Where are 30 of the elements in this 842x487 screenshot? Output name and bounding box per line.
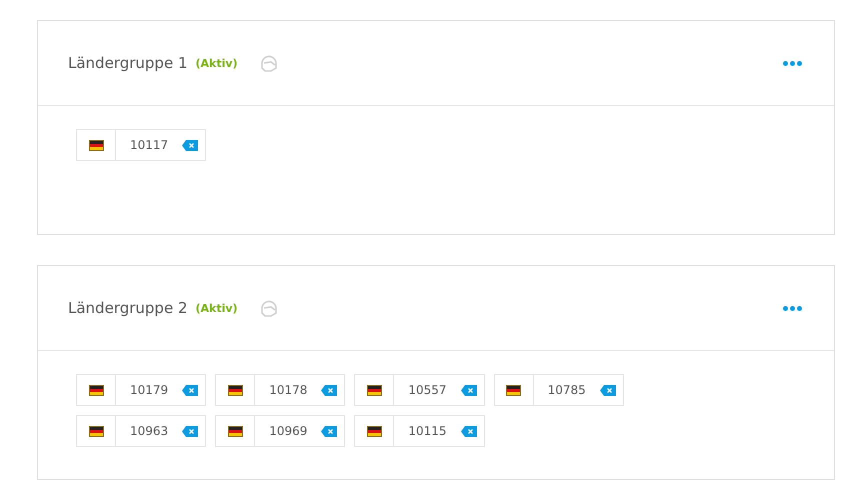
remove-icon[interactable] — [182, 140, 198, 150]
group-title: Ländergruppe 1 — [68, 54, 188, 72]
postal-code: 10785 — [548, 383, 586, 397]
remove-icon[interactable] — [182, 426, 198, 436]
status-label: (Aktiv) — [196, 56, 238, 70]
remove-icon[interactable] — [460, 426, 477, 436]
remove-icon[interactable] — [321, 426, 338, 436]
group-title: Ländergruppe 2 — [68, 299, 188, 317]
flag-icon — [88, 426, 104, 436]
remove-icon[interactable] — [321, 384, 338, 396]
helmet-icon[interactable] — [260, 299, 278, 317]
flag-icon — [88, 140, 104, 150]
postal-code: 10117 — [130, 138, 168, 152]
flag-icon — [366, 384, 382, 396]
postal-code: 10178 — [269, 383, 308, 397]
remove-icon[interactable] — [460, 384, 477, 396]
postal-code: 10969 — [269, 424, 308, 438]
postal-code: 10963 — [130, 424, 168, 438]
flag-icon — [88, 384, 104, 396]
flag-icon — [366, 426, 382, 436]
remove-icon[interactable] — [182, 384, 198, 396]
flag-icon — [228, 426, 243, 436]
remove-icon[interactable] — [600, 384, 616, 396]
postal-code: 10557 — [408, 383, 447, 397]
status-label: (Aktiv) — [196, 302, 238, 314]
helmet-icon[interactable] — [260, 54, 278, 72]
postal-code: 10115 — [408, 424, 447, 438]
flag-icon — [506, 384, 522, 396]
postal-code: 10179 — [130, 383, 168, 397]
flag-icon — [228, 384, 243, 396]
